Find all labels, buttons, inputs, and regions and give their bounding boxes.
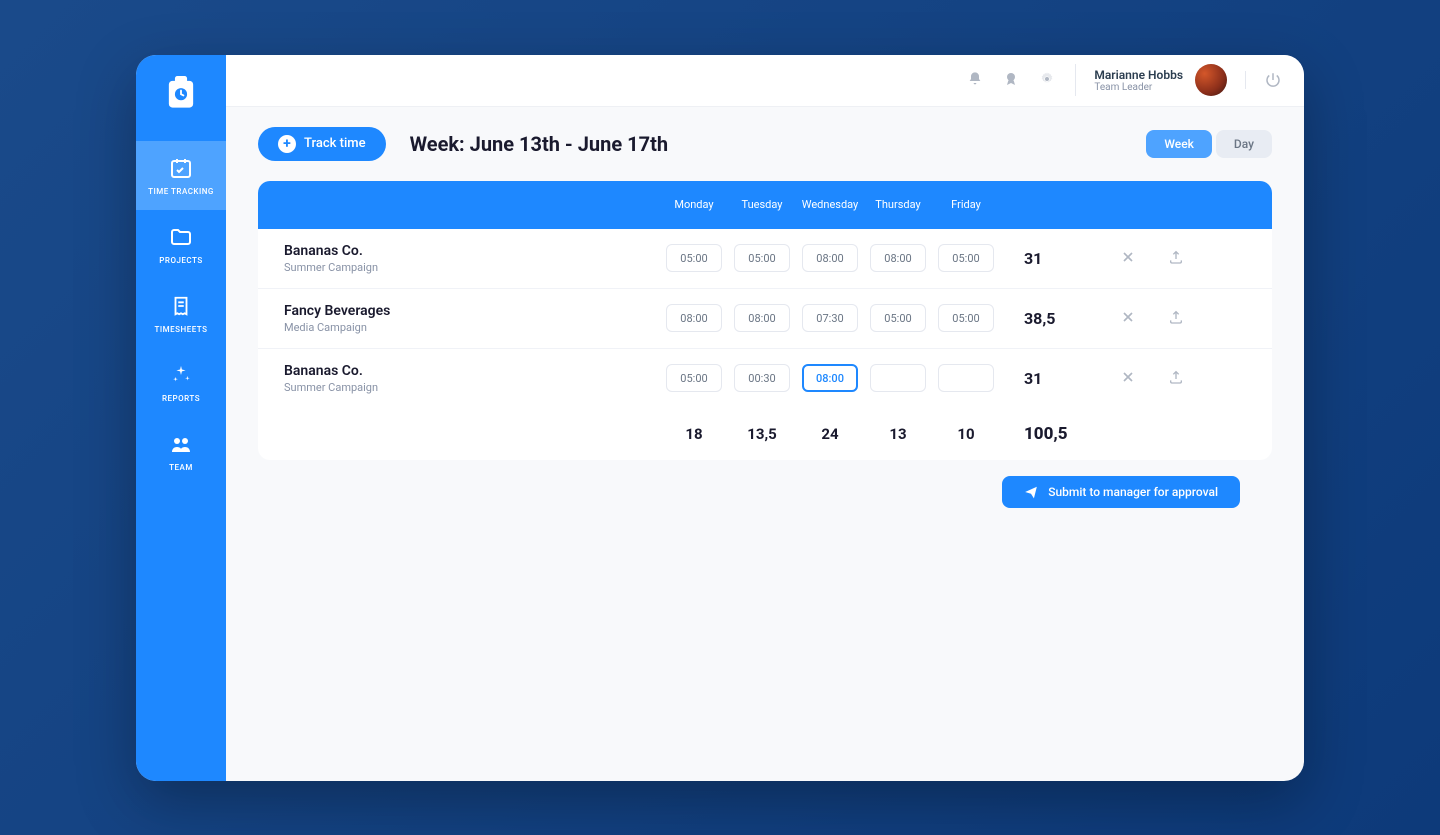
project-name: Bananas Co. — [284, 363, 660, 379]
content: + Track time Week: June 13th - June 17th… — [226, 107, 1304, 781]
table-row: Bananas Co. Summer Campaign 31 — [258, 229, 1272, 289]
close-icon[interactable] — [1120, 369, 1138, 387]
gear-icon[interactable] — [1039, 71, 1057, 89]
time-input[interactable] — [802, 304, 858, 332]
time-input[interactable] — [870, 304, 926, 332]
paper-plane-icon — [1024, 485, 1038, 499]
week-toggle[interactable]: Week — [1146, 130, 1212, 158]
project-sub: Media Campaign — [284, 321, 660, 334]
day-header: Friday — [932, 198, 1000, 211]
row-total: 31 — [1000, 249, 1070, 268]
nav-label: TIME TRACKING — [148, 187, 214, 196]
calendar-check-icon — [168, 155, 194, 181]
award-icon[interactable] — [1003, 71, 1021, 89]
app-logo-icon — [163, 73, 199, 113]
time-input[interactable] — [802, 364, 858, 392]
day-total: 13,5 — [728, 425, 796, 443]
time-input[interactable] — [938, 304, 994, 332]
close-icon[interactable] — [1120, 309, 1138, 327]
time-input[interactable] — [734, 304, 790, 332]
upload-icon[interactable] — [1168, 369, 1186, 387]
day-toggle[interactable]: Day — [1216, 130, 1272, 158]
table-row: Fancy Beverages Media Campaign 38,5 — [258, 289, 1272, 349]
row-total: 38,5 — [1000, 309, 1070, 328]
upload-icon[interactable] — [1168, 309, 1186, 327]
content-head: + Track time Week: June 13th - June 17th… — [258, 127, 1272, 161]
page-title: Week: June 13th - June 17th — [410, 132, 668, 156]
timesheet-table: MondayTuesdayWednesdayThursdayFriday Ban… — [258, 181, 1272, 460]
receipt-icon — [168, 293, 194, 319]
user-info: Marianne Hobbs Team Leader — [1094, 68, 1183, 93]
submit-row: Submit to manager for approval — [258, 476, 1272, 508]
time-input[interactable] — [870, 244, 926, 272]
user-role: Team Leader — [1094, 82, 1183, 93]
nav-reports[interactable]: REPORTS — [136, 348, 226, 417]
nav-label: TEAM — [169, 463, 193, 472]
time-input[interactable] — [938, 244, 994, 272]
avatar — [1195, 64, 1227, 96]
submit-label: Submit to manager for approval — [1048, 485, 1218, 499]
nav-label: PROJECTS — [159, 256, 202, 265]
view-toggle: Week Day — [1146, 130, 1272, 158]
time-input[interactable] — [870, 364, 926, 392]
table-footer: 1813,5241310 100,5 — [258, 408, 1272, 460]
sidebar: TIME TRACKING PROJECTS TIMESHEETS REPORT… — [136, 55, 226, 781]
power-icon[interactable] — [1245, 71, 1282, 89]
nav-time-tracking[interactable]: TIME TRACKING — [136, 141, 226, 210]
day-total: 10 — [932, 425, 1000, 443]
submit-button[interactable]: Submit to manager for approval — [1002, 476, 1240, 508]
track-time-button[interactable]: + Track time — [258, 127, 386, 161]
time-input[interactable] — [666, 244, 722, 272]
bell-icon[interactable] — [967, 71, 985, 89]
project-name: Bananas Co. — [284, 243, 660, 259]
sparkle-icon — [168, 362, 194, 388]
time-input[interactable] — [938, 364, 994, 392]
app-window: TIME TRACKING PROJECTS TIMESHEETS REPORT… — [136, 55, 1304, 781]
project-name: Fancy Beverages — [284, 303, 660, 319]
day-header: Tuesday — [728, 198, 796, 211]
day-header: Monday — [660, 198, 728, 211]
project-sub: Summer Campaign — [284, 261, 660, 274]
day-header: Thursday — [864, 198, 932, 211]
nav-team[interactable]: TEAM — [136, 417, 226, 486]
nav-label: REPORTS — [162, 394, 200, 403]
time-input[interactable] — [666, 304, 722, 332]
grand-total: 100,5 — [1000, 424, 1070, 444]
user-name: Marianne Hobbs — [1094, 68, 1183, 82]
time-input[interactable] — [666, 364, 722, 392]
project-sub: Summer Campaign — [284, 381, 660, 394]
day-total: 24 — [796, 425, 864, 443]
nav-timesheets[interactable]: TIMESHEETS — [136, 279, 226, 348]
nav-label: TIMESHEETS — [155, 325, 208, 334]
table-header: MondayTuesdayWednesdayThursdayFriday — [258, 181, 1272, 229]
folder-icon — [168, 224, 194, 250]
plus-circle-icon: + — [278, 135, 296, 153]
day-header: Wednesday — [796, 198, 864, 211]
table-row: Bananas Co. Summer Campaign 31 — [258, 349, 1272, 408]
upload-icon[interactable] — [1168, 249, 1186, 267]
team-icon — [168, 431, 194, 457]
main-panel: Marianne Hobbs Team Leader + Track time … — [226, 55, 1304, 781]
time-input[interactable] — [734, 244, 790, 272]
day-total: 18 — [660, 425, 728, 443]
nav-projects[interactable]: PROJECTS — [136, 210, 226, 279]
time-input[interactable] — [802, 244, 858, 272]
day-total: 13 — [864, 425, 932, 443]
row-total: 31 — [1000, 369, 1070, 388]
track-time-label: Track time — [304, 136, 366, 151]
close-icon[interactable] — [1120, 249, 1138, 267]
time-input[interactable] — [734, 364, 790, 392]
topbar: Marianne Hobbs Team Leader — [226, 55, 1304, 107]
user-block[interactable]: Marianne Hobbs Team Leader — [1075, 64, 1227, 96]
